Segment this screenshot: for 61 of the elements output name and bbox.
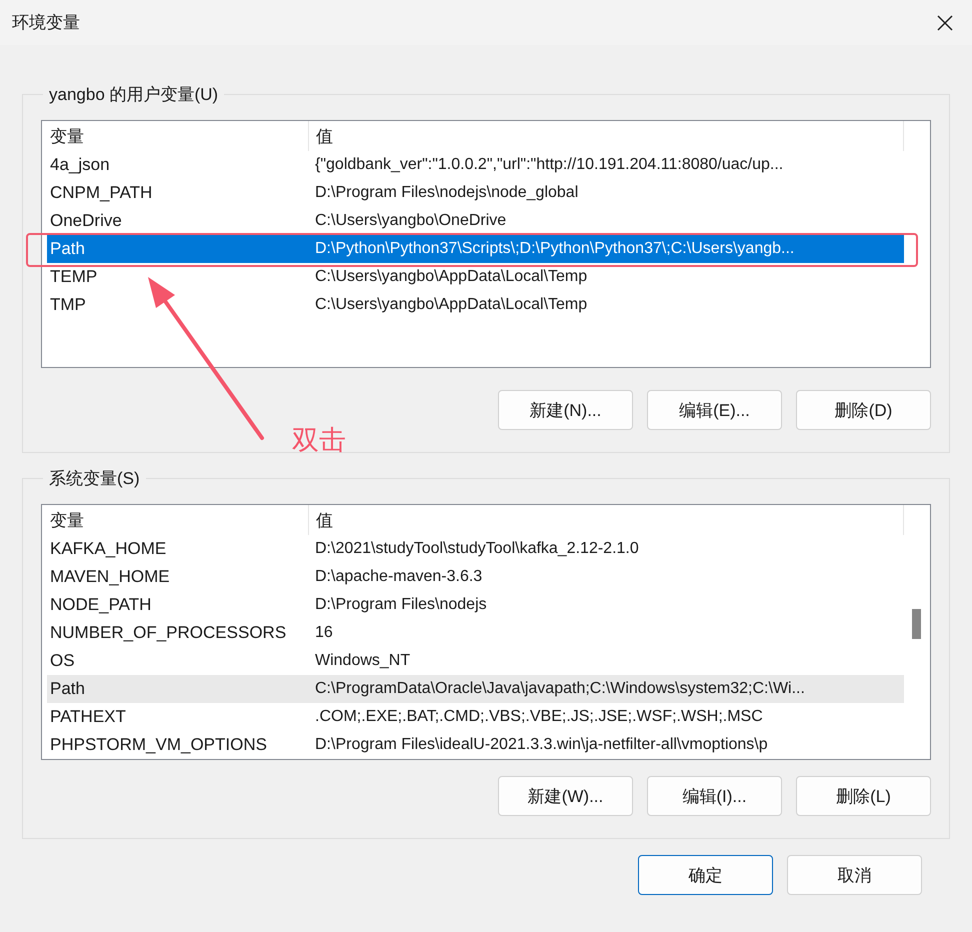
variable-name: NUMBER_OF_PROCESSORS — [49, 623, 288, 643]
column-header[interactable]: 值 — [309, 121, 904, 151]
variable-value: D:\2021\studyTool\studyTool\kafka_2.12-2.1.0 — [314, 540, 639, 558]
variable-row[interactable]: 4a_json {"goldbank_ver":"1.0.0.2","url":"http://10.191.204.11:8080/uac/up... — [47, 151, 904, 179]
variable-row[interactable]: NODE_PATH D:\Program Files\nodejs — [47, 591, 904, 619]
variable-name: PATHEXT — [49, 707, 127, 727]
action-button[interactable]: 编辑(E)... — [647, 390, 782, 430]
variable-row[interactable]: TEMP C:\Users\yangbo\AppData\Local\Temp — [47, 263, 904, 291]
window-title: 环境变量 — [12, 12, 80, 34]
variable-value: D:\Program Files\nodejs\node_global — [314, 184, 578, 202]
variable-value: C:\Users\yangbo\OneDrive — [314, 212, 506, 230]
variable-value: C:\ProgramData\Oracle\Java\javapath;C:\Windows\system32;C:\Wi... — [314, 680, 805, 698]
variable-name: NODE_PATH — [49, 595, 152, 615]
variable-value: C:\Users\yangbo\AppData\Local\Temp — [314, 268, 588, 286]
action-button[interactable]: 删除(D) — [796, 390, 931, 430]
variable-name: CNPM_PATH — [49, 183, 154, 203]
variable-name: TMP — [49, 295, 87, 315]
variable-row[interactable]: OneDrive C:\Users\yangbo\OneDrive — [47, 207, 904, 235]
variable-name: PHPSTORM_VM_OPTIONS — [49, 735, 268, 755]
variable-value: D:\Program Files\nodejs — [314, 596, 487, 614]
action-button[interactable]: 新建(N)... — [498, 390, 633, 430]
variable-value: {"goldbank_ver":"1.0.0.2","url":"http://10.191.204.11:8080/uac/up... — [314, 156, 784, 174]
variable-row[interactable]: Path C:\ProgramData\Oracle\Java\javapath;C:\Windows\system32;C:\Wi... — [47, 675, 904, 703]
variable-row[interactable]: PHPSTORM_VM_OPTIONS D:\Program Files\idealU-2021.3.3.win\ja-netfilter-all\vmoptions\p — [47, 731, 904, 759]
variable-name: KAFKA_HOME — [49, 539, 168, 559]
column-header[interactable]: 变量 — [42, 505, 309, 535]
variable-row[interactable]: CNPM_PATH D:\Program Files\nodejs\node_global — [47, 179, 904, 207]
variable-name: OneDrive — [49, 211, 123, 231]
variable-name: TEMP — [49, 267, 98, 287]
variable-row[interactable]: Path D:\Python\Python37\Scripts\;D:\Python\Python37\;C:\Users\yangb... — [47, 235, 904, 263]
variable-name: OS — [49, 651, 76, 671]
action-button[interactable]: 新建(W)... — [498, 776, 633, 816]
column-header[interactable]: 变量 — [42, 121, 309, 151]
variable-row[interactable]: NUMBER_OF_PROCESSORS 16 — [47, 619, 904, 647]
variable-row[interactable]: PATHEXT .COM;.EXE;.BAT;.CMD;.VBS;.VBE;.JS;.JSE;.WSF;.WSH;.MSC — [47, 703, 904, 731]
variable-value: D:\Python\Python37\Scripts\;D:\Python\Python37\;C:\Users\yangb... — [314, 240, 794, 258]
variable-value: D:\Program Files\idealU-2021.3.3.win\ja-netfilter-all\vmoptions\p — [314, 736, 768, 754]
variable-value: C:\Users\yangbo\AppData\Local\Temp — [314, 296, 588, 314]
dialog-button[interactable]: 确定 — [638, 855, 773, 895]
variable-name: Path — [49, 679, 86, 699]
dialog-button[interactable]: 取消 — [787, 855, 922, 895]
variable-list[interactable] — [41, 504, 931, 760]
annotation-text: 双击 — [292, 424, 346, 457]
group-label: yangbo 的用户变量(U) — [48, 84, 220, 106]
variable-list[interactable] — [41, 120, 931, 368]
close-icon[interactable] — [936, 14, 954, 32]
variable-value: Windows_NT — [314, 652, 410, 670]
variable-name: 4a_json — [49, 155, 111, 175]
scrollbar-thumb[interactable] — [912, 609, 921, 639]
variable-row[interactable]: OS Windows_NT — [47, 647, 904, 675]
variable-value: D:\apache-maven-3.6.3 — [314, 568, 482, 586]
group-label: 系统变量(S) — [48, 468, 141, 490]
action-button[interactable]: 编辑(I)... — [647, 776, 782, 816]
variable-name: Path — [49, 239, 86, 259]
variable-name: MAVEN_HOME — [49, 567, 171, 587]
variable-value: .COM;.EXE;.BAT;.CMD;.VBS;.VBE;.JS;.JSE;.WSF;.WSH;.MSC — [314, 708, 763, 726]
action-button[interactable]: 删除(L) — [796, 776, 931, 816]
variable-row[interactable]: KAFKA_HOME D:\2021\studyTool\studyTool\kafka_2.12-2.1.0 — [47, 535, 904, 563]
variable-row[interactable]: MAVEN_HOME D:\apache-maven-3.6.3 — [47, 563, 904, 591]
variable-row[interactable]: TMP C:\Users\yangbo\AppData\Local\Temp — [47, 291, 904, 319]
variable-value: 16 — [314, 624, 333, 642]
